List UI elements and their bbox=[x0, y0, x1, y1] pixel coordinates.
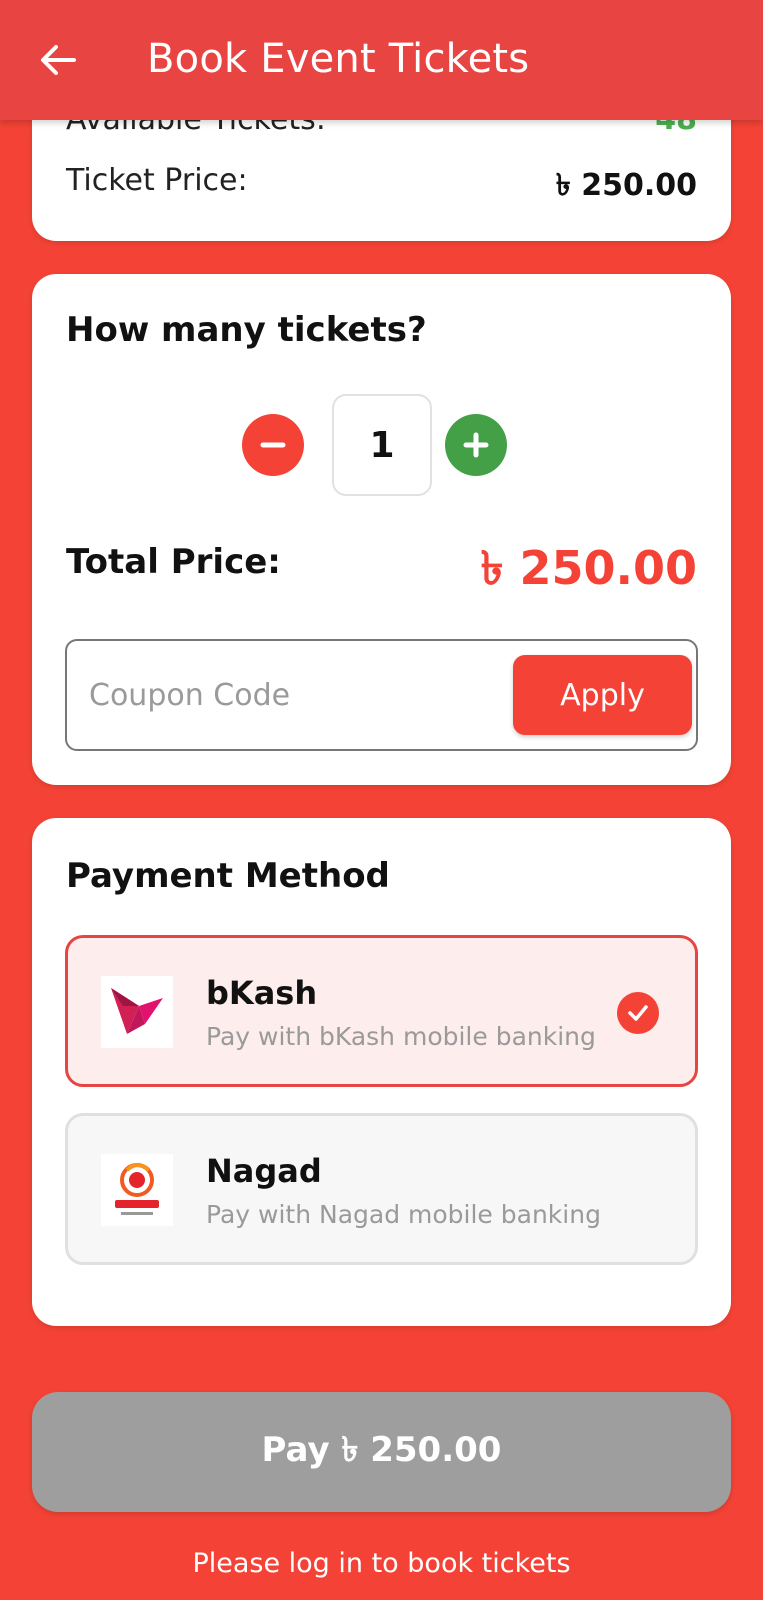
login-prompt[interactable]: Please log in to book tickets bbox=[0, 1548, 763, 1579]
check-icon bbox=[617, 992, 659, 1034]
plus-icon bbox=[463, 432, 489, 458]
coupon-input[interactable] bbox=[89, 663, 509, 727]
page-title: Book Event Tickets bbox=[147, 36, 530, 82]
ticket-price-label: Ticket Price: bbox=[66, 163, 248, 198]
payment-option-bkash[interactable]: bKash Pay with bKash mobile banking bbox=[65, 935, 698, 1087]
total-price-label: Total Price: bbox=[66, 542, 281, 582]
coupon-field: Apply bbox=[65, 639, 698, 751]
app-bar: Book Event Tickets bbox=[0, 0, 763, 120]
total-price-value: ৳ 250.00 bbox=[480, 541, 697, 595]
payment-method-card: Payment Method bKash Pay with bKash mobi… bbox=[32, 818, 731, 1326]
payment-option-description: Pay with bKash mobile banking bbox=[206, 1022, 596, 1051]
decrement-button[interactable] bbox=[242, 414, 304, 476]
minus-icon bbox=[260, 442, 286, 448]
payment-option-name: Nagad bbox=[206, 1152, 322, 1190]
quantity-title: How many tickets? bbox=[66, 310, 427, 350]
increment-button[interactable] bbox=[445, 414, 507, 476]
nagad-logo bbox=[101, 1154, 173, 1226]
ticket-price-value: ৳ 250.00 bbox=[555, 168, 697, 203]
payment-method-title: Payment Method bbox=[66, 856, 390, 896]
ticket-quantity-card: How many tickets? 1 Total Price: ৳ 250.0… bbox=[32, 274, 731, 785]
pay-button[interactable]: Pay ৳ 250.00 bbox=[32, 1392, 731, 1512]
arrow-left-icon bbox=[41, 45, 76, 75]
quantity-value[interactable]: 1 bbox=[332, 394, 432, 496]
back-button[interactable] bbox=[36, 38, 80, 82]
payment-option-nagad[interactable]: Nagad Pay with Nagad mobile banking bbox=[65, 1113, 698, 1265]
payment-option-description: Pay with Nagad mobile banking bbox=[206, 1200, 601, 1229]
bkash-logo bbox=[101, 976, 173, 1048]
apply-coupon-button[interactable]: Apply bbox=[513, 655, 692, 735]
payment-option-name: bKash bbox=[206, 974, 318, 1012]
